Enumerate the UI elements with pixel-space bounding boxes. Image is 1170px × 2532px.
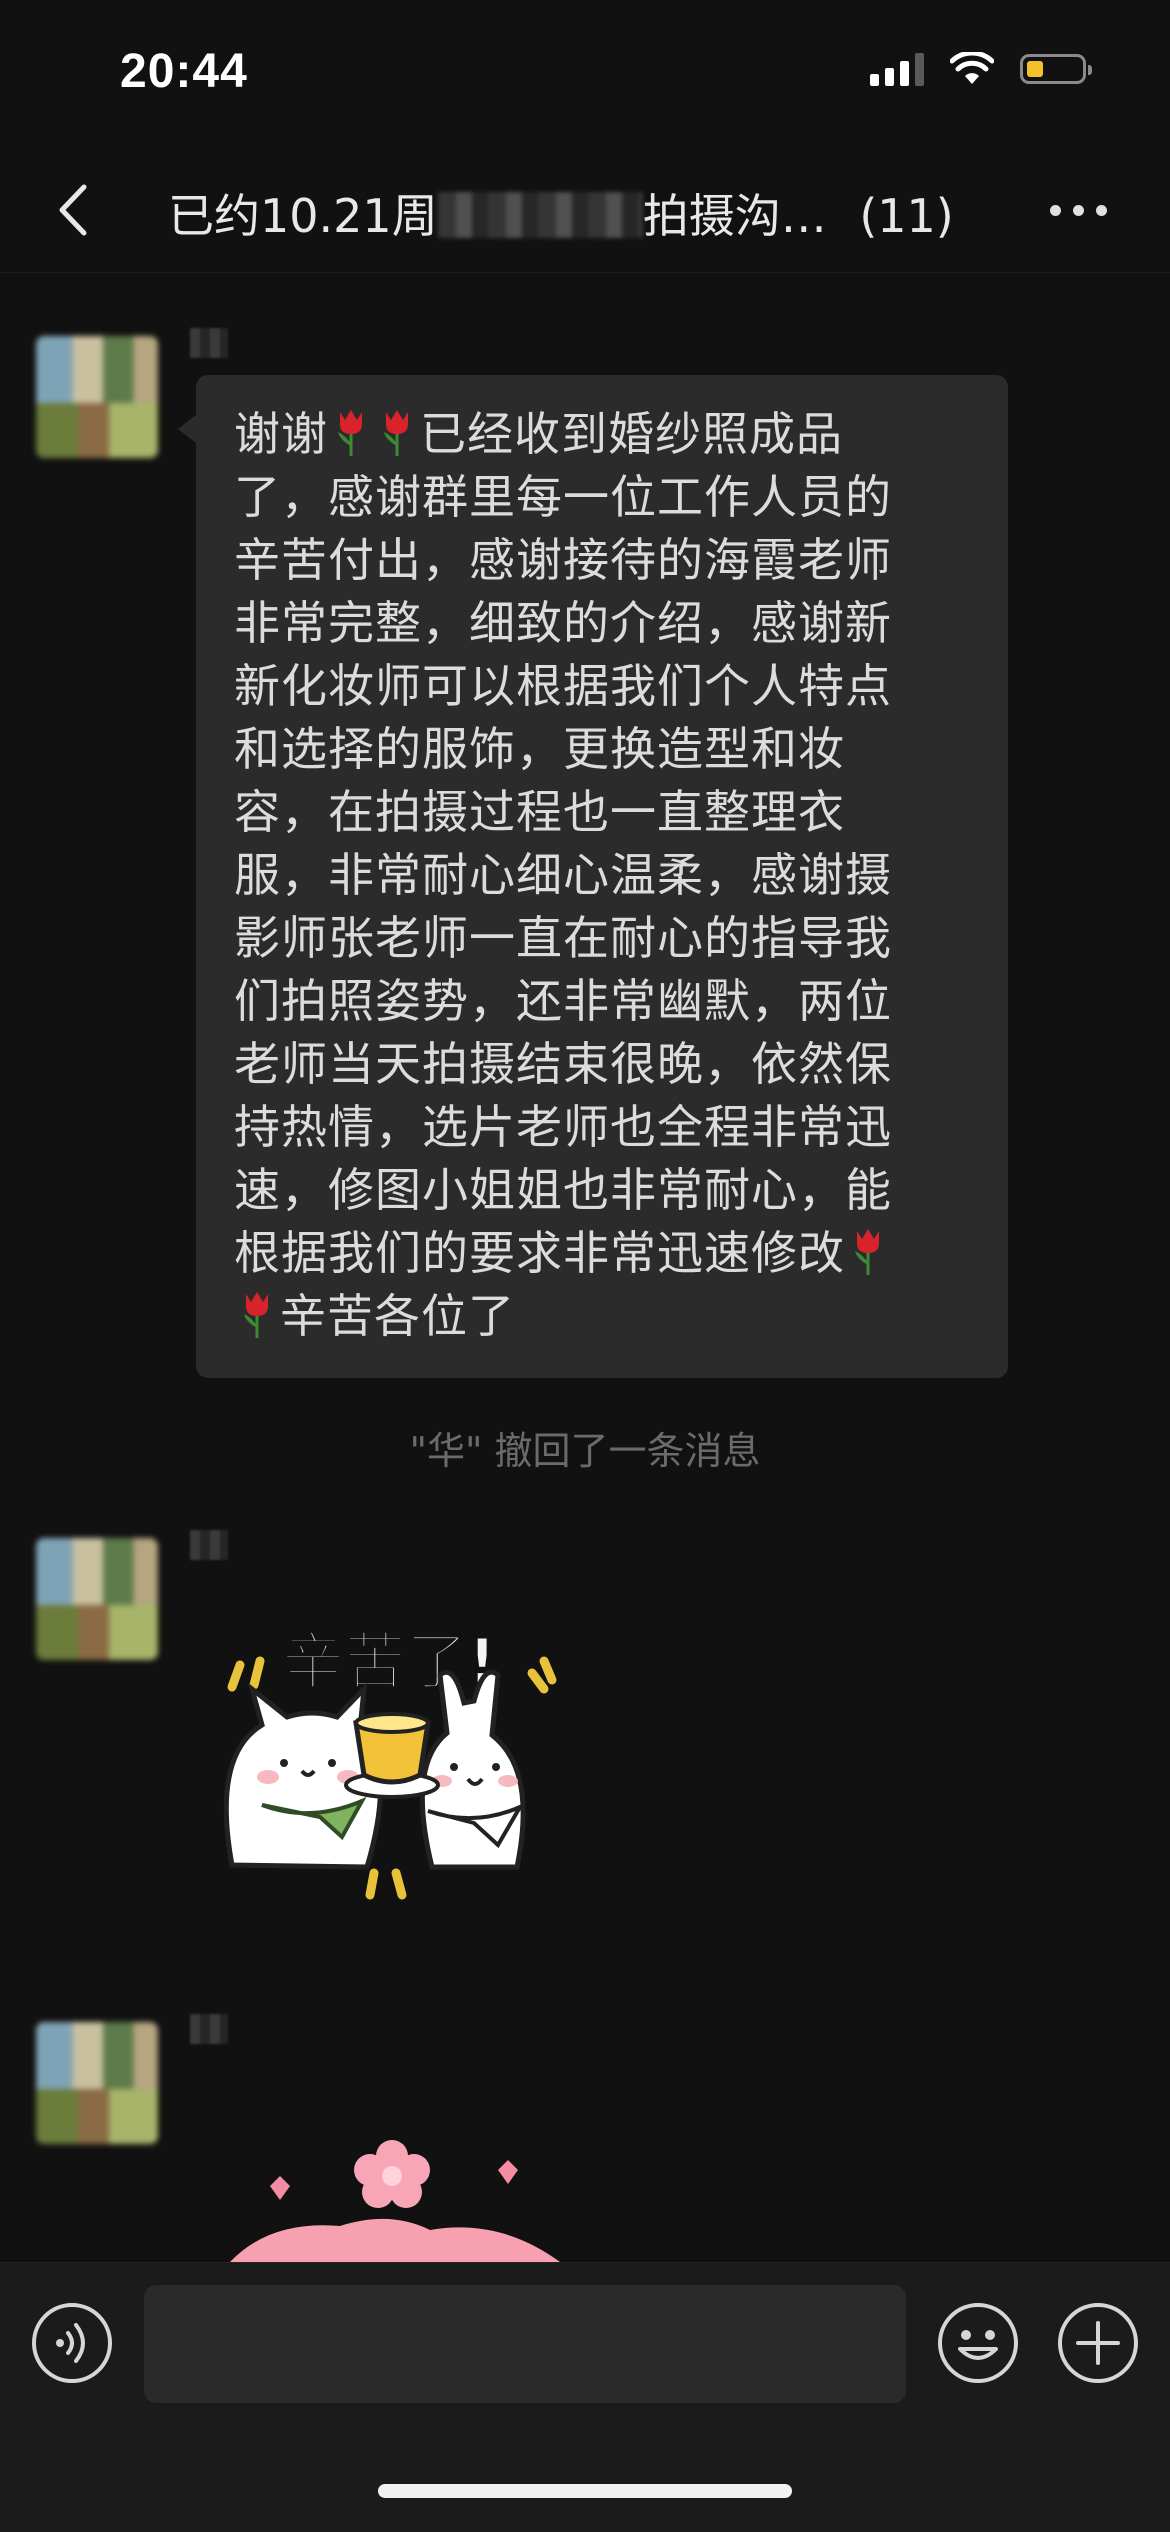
status-time: 20:44 xyxy=(120,45,248,98)
message-line: 和选择的服饰，更换造型和妆 xyxy=(234,722,845,776)
message-line: 了，感谢群里每一位工作人员的 xyxy=(234,470,892,524)
voice-button[interactable] xyxy=(30,2301,114,2385)
wifi-icon xyxy=(950,52,994,84)
emoji-button[interactable] xyxy=(936,2301,1020,2385)
chat-screen: 20:44 已约10.21周 拍摄沟… (11) 谢谢 已经收到婚纱照成品 了，… xyxy=(0,0,1170,2532)
sticker-message[interactable]: 辛苦了! xyxy=(192,1605,592,1950)
chevron-left-icon xyxy=(59,184,87,236)
emoji-icon xyxy=(938,2303,1018,2383)
message-line: 们拍照姿势，还非常幽默，两位 xyxy=(234,974,892,1028)
message-line: 谢谢 已经收到婚纱照成品 xyxy=(234,407,843,461)
battery-level xyxy=(1027,61,1043,77)
message-line: 辛苦付出，感谢接待的海霞老师 xyxy=(234,533,892,587)
more-button[interactable] xyxy=(1050,190,1120,230)
message-bubble[interactable]: 谢谢 已经收到婚纱照成品 了，感谢群里每一位工作人员的 辛苦付出，感谢接待的海霞老… xyxy=(178,375,1008,1378)
message-line: 老师当天拍摄结束很晚，依然保 xyxy=(234,1037,892,1091)
tulip-emoji-icon xyxy=(855,1229,879,1275)
voice-icon xyxy=(56,2323,85,2363)
tulip-emoji-icon xyxy=(244,1292,268,1338)
chat-header: 已约10.21周 拍摄沟… (11) xyxy=(0,150,1170,273)
sender-avatar[interactable] xyxy=(36,2022,158,2144)
sender-name-redacted xyxy=(190,1530,228,1560)
sender-name-redacted xyxy=(190,2014,228,2044)
message-line: 速，修图小姐姐也非常耐心，能 xyxy=(234,1163,892,1217)
message-line: 辛苦各位了 xyxy=(234,1285,974,1348)
tulip-emoji-icon xyxy=(384,410,408,456)
cellular-signal-icon xyxy=(870,52,924,86)
home-indicator[interactable] xyxy=(378,2484,792,2498)
plus-button[interactable] xyxy=(1056,2301,1140,2385)
sticker-caption: 辛苦了! xyxy=(282,1625,496,1698)
battery-icon xyxy=(1020,54,1092,84)
sticker-message-partial[interactable] xyxy=(230,2130,560,2262)
back-button[interactable] xyxy=(40,175,110,245)
message-line: 容，在拍摄过程也一直整理衣 xyxy=(234,785,845,839)
message-line: 持热情，选片老师也全程非常迅 xyxy=(234,1100,892,1154)
redacted-title-segment xyxy=(437,192,643,238)
sender-avatar[interactable] xyxy=(36,1538,158,1660)
status-icons xyxy=(870,52,1092,86)
tea-cup-icon xyxy=(344,1712,440,1799)
message-line: 非常完整，细致的介绍，感谢新 xyxy=(234,596,892,650)
pink-flower-icon xyxy=(354,2140,430,2208)
chat-title-suffix: 拍摄沟… xyxy=(642,189,827,243)
chat-title[interactable]: 已约10.21周 拍摄沟… (11) xyxy=(168,180,954,246)
sender-avatar[interactable] xyxy=(36,336,158,458)
bunny-character-icon xyxy=(419,1669,526,1870)
more-dots-icon xyxy=(1050,204,1061,216)
message-line: 新化妆师可以根据我们个人特点 xyxy=(234,659,892,713)
member-count: (11) xyxy=(859,189,954,243)
message-line: 服，非常耐心细心温柔，感谢摄 xyxy=(234,848,892,902)
message-input[interactable] xyxy=(144,2285,906,2403)
recall-notice: "华" 撤回了一条消息 xyxy=(409,1429,761,1473)
message-line: 根据我们的要求非常迅速修改 xyxy=(234,1222,974,1285)
plus-icon xyxy=(1058,2303,1138,2383)
status-bar: 20:44 xyxy=(0,0,1170,150)
tulip-emoji-icon xyxy=(338,410,362,456)
sender-name-redacted xyxy=(190,328,228,358)
chat-title-prefix: 已约10.21周 xyxy=(168,189,438,243)
message-line: 影师张老师一直在耐心的指导我 xyxy=(234,911,892,965)
